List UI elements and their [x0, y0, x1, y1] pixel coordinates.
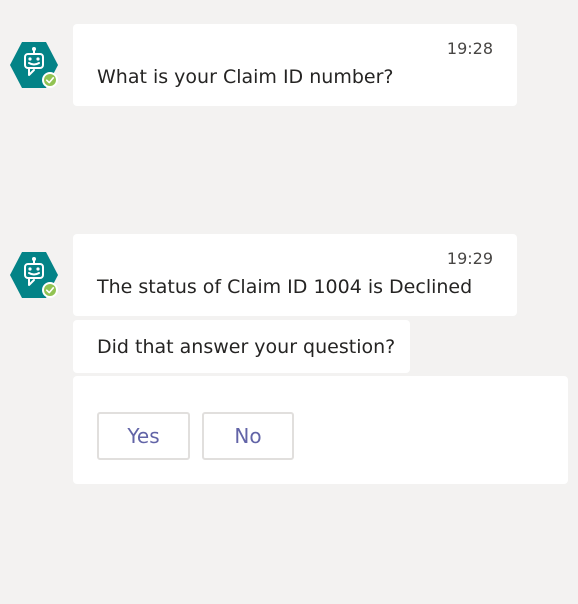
- message-timestamp: 19:29: [446, 249, 493, 268]
- message-text: The status of Claim ID 1004 is Declined: [97, 276, 473, 298]
- followup-text: Did that answer your question?: [97, 336, 396, 358]
- bot-avatar[interactable]: [8, 40, 60, 90]
- bot-icon: [10, 252, 58, 298]
- bot-icon: [10, 42, 58, 88]
- chat-pane: 19:28 What is your Claim ID number? 19:2…: [0, 0, 578, 604]
- message-text: What is your Claim ID number?: [97, 66, 394, 88]
- no-button[interactable]: No: [202, 412, 294, 460]
- bot-avatar[interactable]: [8, 250, 60, 300]
- adaptive-card: Yes No: [73, 376, 568, 484]
- message-timestamp: 19:28: [446, 39, 493, 58]
- yes-button[interactable]: Yes: [97, 412, 190, 460]
- followup-bubble: Did that answer your question?: [73, 320, 410, 373]
- message-bubble: 19:29 The status of Claim ID 1004 is Dec…: [73, 234, 517, 316]
- message-bubble: 19:28 What is your Claim ID number?: [73, 24, 517, 106]
